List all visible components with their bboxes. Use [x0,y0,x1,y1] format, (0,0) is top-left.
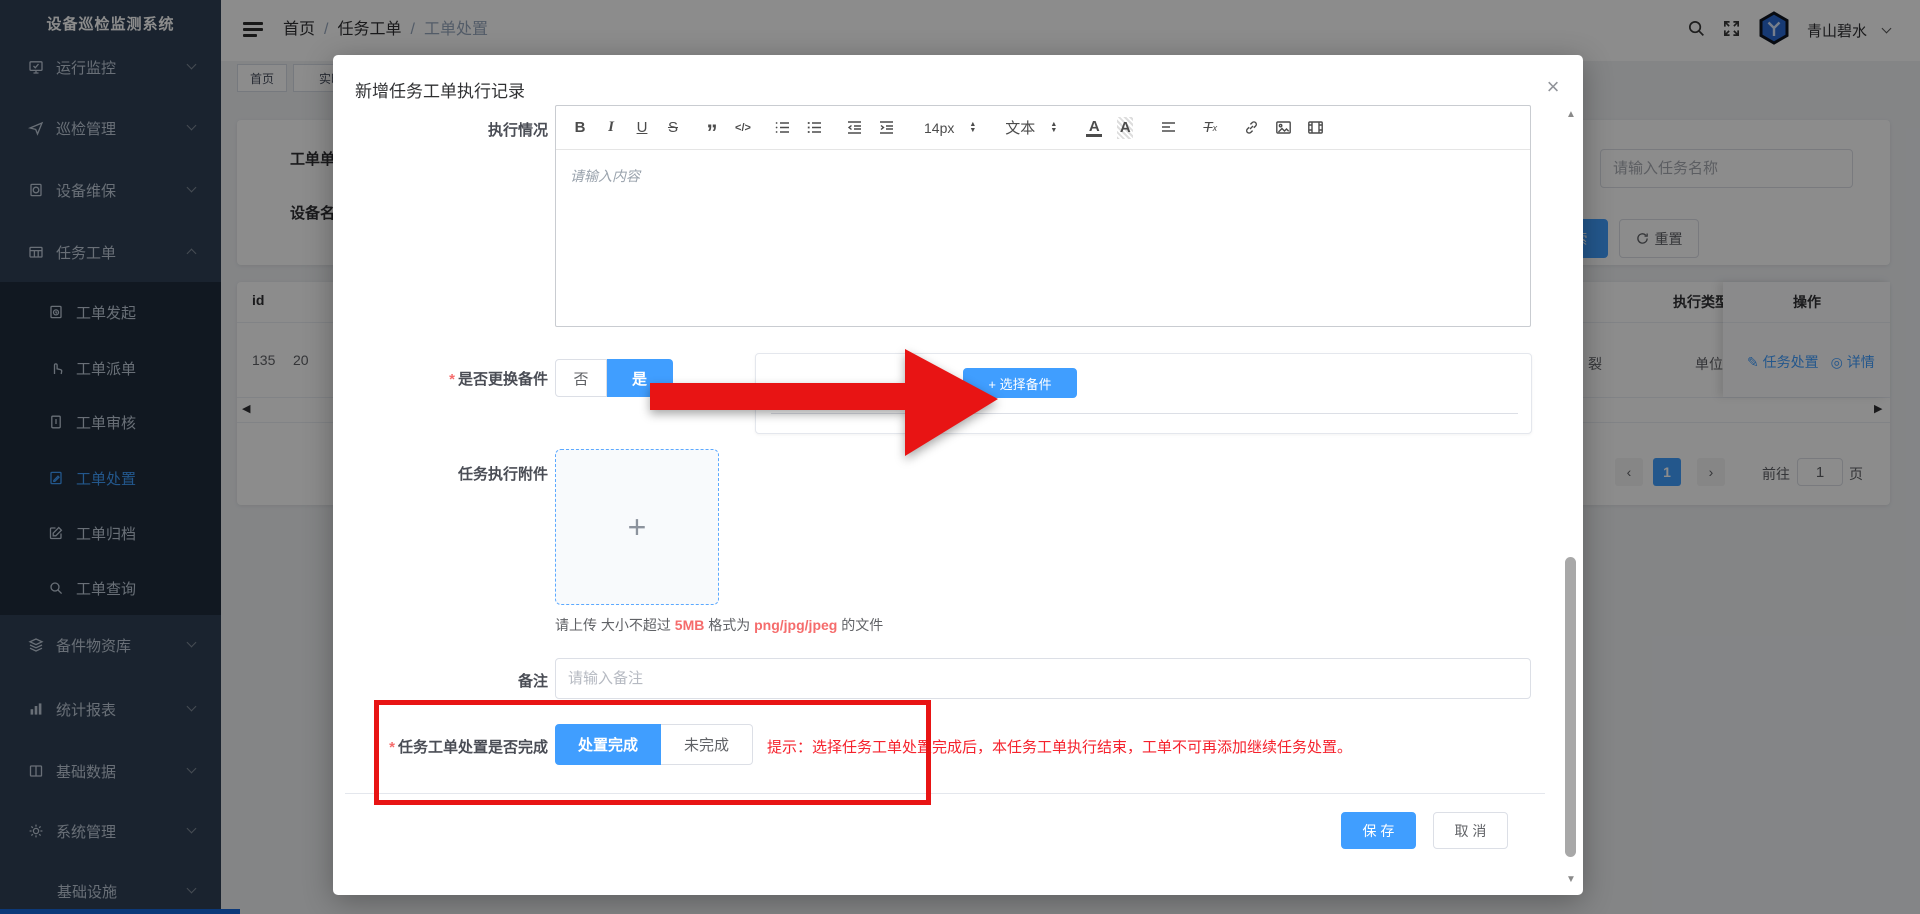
editor-toolbar: B I U S ” </> 14px ▲▼ 文本 ▲▼ A A Tx [556,106,1530,150]
attachment-label: 任务执行附件 [333,463,548,484]
blockquote-icon[interactable]: ” [704,117,720,139]
screen: 设备巡检监测系统 运行监控 巡检管理 设备维保 任务工单 工单发起 [0,0,1920,914]
remark-label: 备注 [333,670,548,691]
choose-parts-button[interactable]: + 选择备件 [963,368,1077,398]
italic-icon[interactable]: I [603,117,619,139]
panel-divider [771,413,1518,414]
complete-label: *任务工单处置是否完成 [333,736,548,757]
outdent-icon[interactable] [846,117,863,139]
plus-icon: + [628,509,647,546]
add-execution-record-modal: 新增任务工单执行记录 × 执行情况 B I U S ” </> 14px ▲▼ … [333,55,1583,895]
complete-hint: 提示：选择任务工单处置完成后，本任务工单执行结束，工单不可再添加继续任务处置。 [767,736,1352,757]
footer-divider [345,793,1545,794]
font-size-spinner-icon[interactable]: ▲▼ [969,122,976,133]
spare-parts-panel: + 选择备件 [755,353,1532,434]
bold-icon[interactable]: B [572,117,588,139]
align-icon[interactable] [1160,117,1177,139]
replace-parts-toggle: 否 是 [555,359,673,397]
upload-hint: 请上传 大小不超过 5MB 格式为 png/jpg/jpeg 的文件 [555,615,883,635]
modal-title: 新增任务工单执行记录 [355,77,525,102]
remark-input[interactable] [555,658,1531,699]
ordered-list-icon[interactable] [774,117,791,139]
scrollbar-up-icon[interactable]: ▲ [1564,110,1578,120]
replace-no-option[interactable]: 否 [555,359,607,397]
image-icon[interactable] [1275,117,1292,139]
highlight-color-icon[interactable]: A [1117,117,1133,139]
font-family-select[interactable]: 文本 [1005,117,1035,139]
cancel-button[interactable]: 取 消 [1433,812,1508,849]
video-icon[interactable] [1307,117,1324,139]
close-icon[interactable]: × [1539,73,1567,101]
editor-placeholder: 请输入内容 [570,166,640,186]
indent-icon[interactable] [878,117,895,139]
strikethrough-icon[interactable]: S [665,117,681,139]
rich-text-editor[interactable]: B I U S ” </> 14px ▲▼ 文本 ▲▼ A A Tx [555,105,1531,327]
scrollbar-thumb[interactable] [1565,557,1576,857]
code-icon[interactable]: </> [735,117,751,139]
complete-done-option[interactable]: 处置完成 [555,724,661,765]
save-button[interactable]: 保 存 [1341,812,1416,849]
replace-yes-option[interactable]: 是 [607,359,673,397]
font-family-spinner-icon[interactable]: ▲▼ [1050,122,1057,133]
font-size-select[interactable]: 14px [924,117,954,139]
underline-icon[interactable]: U [634,117,650,139]
replace-parts-label: *是否更换备件 [333,368,548,389]
complete-undone-option[interactable]: 未完成 [661,724,753,765]
unordered-list-icon[interactable] [806,117,823,139]
clear-format-icon[interactable]: Tx [1202,117,1218,139]
complete-toggle: 处置完成 未完成 [555,724,753,765]
upload-dropzone[interactable]: + [555,449,719,605]
link-icon[interactable] [1243,117,1260,139]
font-color-icon[interactable]: A [1086,118,1102,137]
execution-label: 执行情况 [333,119,548,140]
scrollbar-down-icon[interactable]: ▼ [1564,875,1578,885]
